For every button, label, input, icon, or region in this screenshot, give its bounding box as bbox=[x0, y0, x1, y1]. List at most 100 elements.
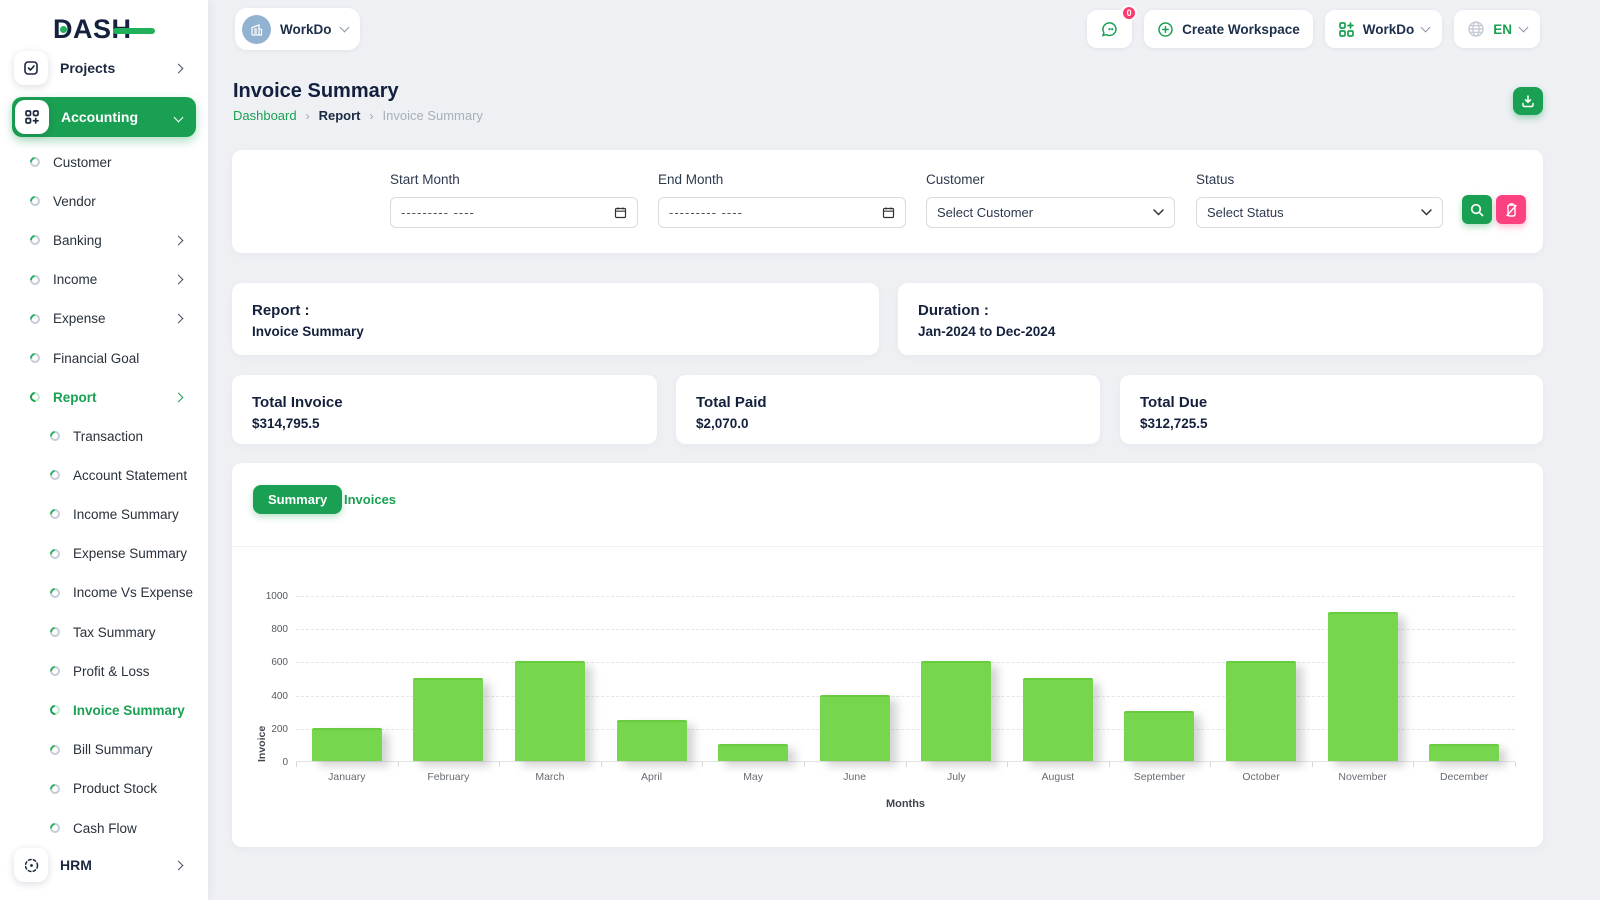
bar-april[interactable] bbox=[616, 719, 687, 761]
sidebar-subitem-expense-summary[interactable]: Expense Summary bbox=[0, 541, 208, 567]
y-axis-tick-label: 200 bbox=[271, 723, 288, 735]
topbar-actions: 0 Create Workspace WorkDo EN bbox=[1087, 5, 1540, 48]
sidebar-item-label: Income Vs Expense bbox=[73, 585, 194, 601]
sidebar-item-vendor[interactable]: Vendor bbox=[0, 188, 208, 214]
bar-june[interactable] bbox=[819, 694, 890, 761]
bullet-icon bbox=[27, 350, 43, 366]
y-axis-tick-label: 0 bbox=[282, 757, 288, 768]
bullet-icon bbox=[47, 624, 63, 640]
bar-may[interactable] bbox=[718, 744, 789, 761]
customer-select[interactable]: Select Customer bbox=[926, 197, 1175, 228]
chevron-right-icon bbox=[173, 274, 184, 285]
chart-column bbox=[398, 595, 500, 761]
bar-march[interactable] bbox=[514, 661, 585, 761]
bullet-icon bbox=[47, 703, 63, 718]
chart-x-ticks: January February March April May June July Augu… bbox=[296, 771, 1515, 787]
bar-september[interactable] bbox=[1124, 711, 1195, 761]
bullet-icon bbox=[47, 820, 63, 836]
sidebar-item-income[interactable]: Income bbox=[0, 267, 208, 293]
end-month-group: End Month --------- ---- bbox=[658, 172, 906, 228]
tab-summary[interactable]: Summary bbox=[253, 485, 343, 514]
bullet-icon bbox=[27, 194, 43, 209]
sidebar-item-projects[interactable]: Projects bbox=[0, 51, 208, 85]
chart-column bbox=[1210, 595, 1312, 761]
sidebar-subitem-income-summary[interactable]: Income Summary bbox=[0, 501, 208, 527]
messages-button[interactable]: 0 bbox=[1087, 5, 1138, 48]
bar-october[interactable] bbox=[1226, 661, 1297, 761]
sidebar-subitem-profit-loss[interactable]: Profit & Loss bbox=[0, 658, 208, 684]
chart-column bbox=[906, 595, 1008, 761]
sidebar-item-label: Cash Flow bbox=[73, 820, 137, 836]
y-axis-tick-label: 800 bbox=[271, 624, 288, 636]
apply-filter-button[interactable] bbox=[1462, 195, 1492, 224]
brand-logo[interactable]: DASH bbox=[53, 14, 155, 45]
calendar-icon bbox=[614, 207, 627, 219]
chevron-down-icon bbox=[1421, 209, 1432, 216]
customer-select-value: Select Customer bbox=[937, 205, 1034, 220]
sidebar-subitem-invoice-summary[interactable]: Invoice Summary bbox=[0, 697, 208, 723]
download-button[interactable] bbox=[1513, 87, 1543, 115]
sidebar-subitem-transaction[interactable]: Transaction bbox=[0, 423, 208, 449]
status-select-value: Select Status bbox=[1207, 205, 1284, 220]
sidebar-subitem-account-statement[interactable]: Account Statement bbox=[0, 462, 208, 488]
workspace-name: WorkDo bbox=[280, 21, 332, 37]
breadcrumb-dashboard[interactable]: Dashboard bbox=[233, 108, 297, 123]
chevron-down-icon bbox=[173, 112, 184, 122]
start-month-input[interactable]: --------- ---- bbox=[390, 197, 638, 228]
bar-january[interactable] bbox=[311, 727, 382, 761]
projects-checkbox-icon bbox=[14, 51, 48, 85]
sidebar-item-label: Accounting bbox=[61, 109, 138, 125]
sidebar-item-financial-goal[interactable]: Financial Goal bbox=[0, 345, 208, 371]
bar-august[interactable] bbox=[1022, 678, 1093, 761]
sidebar-item-expense[interactable]: Expense bbox=[0, 306, 208, 332]
chart-column bbox=[702, 595, 804, 761]
report-card-title: Report : bbox=[252, 302, 310, 319]
sidebar-item-banking[interactable]: Banking bbox=[0, 227, 208, 253]
sidebar-item-label: Income bbox=[53, 272, 98, 288]
bar-february[interactable] bbox=[413, 678, 484, 761]
sidebar-item-label: HRM bbox=[60, 857, 92, 873]
sidebar-item-label: Account Statement bbox=[73, 467, 188, 483]
sidebar-item-label: Financial Goal bbox=[53, 350, 140, 366]
total-due-value: $312,725.5 bbox=[1140, 416, 1208, 431]
chart-column bbox=[1007, 595, 1109, 761]
page-title: Invoice Summary bbox=[233, 80, 399, 102]
sidebar-subitem-income-vs-expense[interactable]: Income Vs Expense bbox=[0, 580, 208, 606]
workspace-menu-button[interactable]: WorkDo bbox=[1324, 10, 1443, 48]
chevron-right-icon bbox=[173, 235, 184, 246]
reset-filter-button[interactable] bbox=[1496, 195, 1526, 224]
circle-plus-icon bbox=[1158, 21, 1173, 37]
sidebar-item-hrm[interactable]: HRM bbox=[0, 848, 208, 882]
sidebar-item-customer[interactable]: Customer bbox=[0, 149, 208, 175]
sidebar-subitem-tax-summary[interactable]: Tax Summary bbox=[0, 619, 208, 645]
total-paid-card: Total Paid $2,070.0 bbox=[676, 375, 1100, 444]
sidebar-subitem-product-stock[interactable]: Product Stock bbox=[0, 776, 208, 802]
end-month-input[interactable]: --------- ---- bbox=[658, 197, 906, 228]
sidebar-item-report[interactable]: Report bbox=[0, 384, 208, 410]
bar-december[interactable] bbox=[1429, 744, 1500, 761]
bar-july[interactable] bbox=[921, 661, 992, 761]
status-select[interactable]: Select Status bbox=[1196, 197, 1443, 228]
y-axis-tick-label: 400 bbox=[271, 690, 288, 702]
bullet-icon bbox=[47, 742, 63, 757]
report-card: Report : Invoice Summary bbox=[232, 283, 879, 355]
breadcrumb-report[interactable]: Report bbox=[319, 108, 361, 123]
tab-invoices[interactable]: Invoices bbox=[344, 492, 396, 507]
sidebar-subitem-cash-flow[interactable]: Cash Flow bbox=[0, 815, 208, 841]
bullet-icon bbox=[47, 664, 63, 679]
create-workspace-button[interactable]: Create Workspace bbox=[1144, 10, 1313, 48]
language-selector[interactable]: EN bbox=[1454, 10, 1540, 48]
total-paid-value: $2,070.0 bbox=[696, 416, 749, 431]
sidebar-item-accounting[interactable]: Accounting bbox=[12, 97, 196, 137]
total-invoice-value: $314,795.5 bbox=[252, 416, 320, 431]
sidebar: DASH Projects Accounting Customer Vendor B… bbox=[0, 0, 208, 900]
workspace-switcher[interactable]: WorkDo bbox=[235, 8, 360, 50]
bar-november[interactable] bbox=[1327, 611, 1398, 761]
bullet-icon bbox=[27, 233, 43, 248]
sidebar-subitem-bill-summary[interactable]: Bill Summary bbox=[0, 737, 208, 763]
bullet-icon bbox=[47, 546, 63, 561]
total-paid-title: Total Paid bbox=[696, 394, 767, 411]
total-due-card: Total Due $312,725.5 bbox=[1120, 375, 1543, 444]
chevron-right-icon bbox=[173, 860, 184, 870]
bullet-icon bbox=[27, 390, 43, 405]
